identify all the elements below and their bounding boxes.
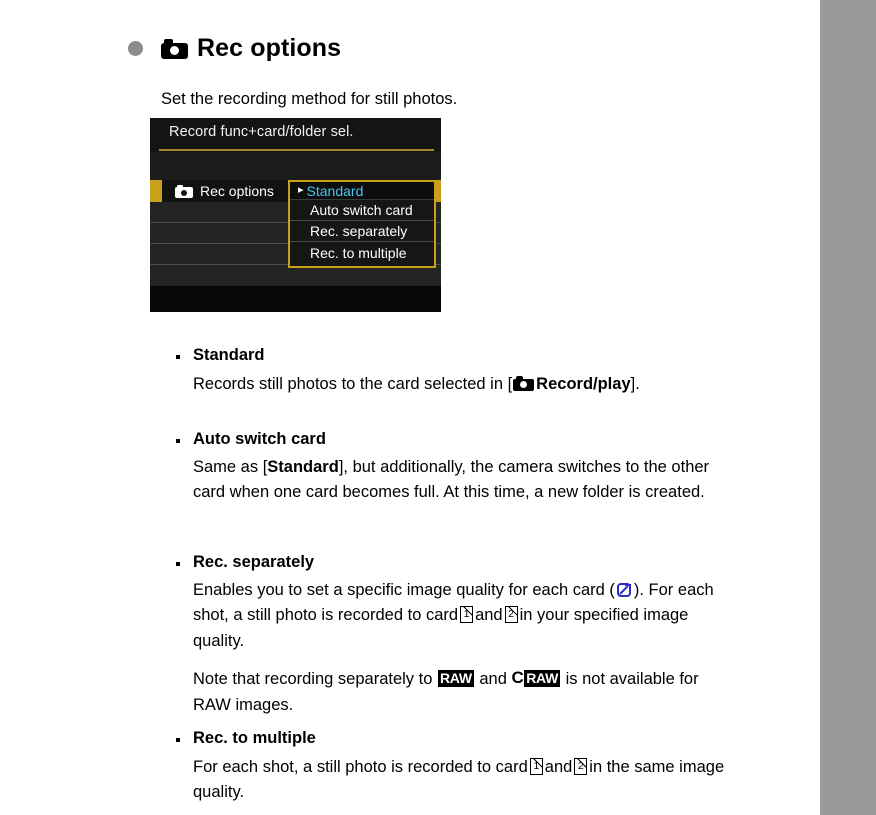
section-body: Enables you to set a specific image qual… [193,578,738,719]
caret-right-icon: ▸ [298,184,304,196]
dropdown-option-standard[interactable]: ▸ Standard [290,182,434,200]
body-text: and [479,670,507,689]
camera-menu-screenshot: Record func+card/folder sel. Rec options… [150,118,441,312]
section-auto-switch-card: Auto switch card Same as [Standard], but… [176,430,738,506]
body-text: Same as [ [193,457,268,476]
menu-item-label: Rec options [200,183,274,199]
craw-badge: RAW [524,670,561,688]
card-slot-label: 1 [463,608,470,621]
section-title: Rec. to multiple [193,729,316,747]
card-slot-1-icon: 1 [529,757,543,775]
body-text: and [544,757,573,776]
camera-icon [161,38,188,59]
raw-badge: RAW [437,670,474,688]
camera-icon [175,184,193,198]
camera-icon [513,375,535,391]
section-title: Rec. separately [193,553,315,571]
intro-text: Set the recording method for still photo… [161,90,458,108]
card-slot-label: 2 [508,608,515,621]
card-slot-label: 1 [533,759,540,772]
card-slot-label: 2 [577,759,584,772]
dropdown-option-label: Rec. to multiple [310,244,407,261]
body-text-bold: Standard [267,457,339,476]
list-bullet [176,562,180,566]
menu-item-rec-options[interactable]: Rec options [162,180,289,202]
section-rec-to-multiple: Rec. to multiple For each shot, a still … [176,729,738,806]
document-page: Rec options Set the recording method for… [0,0,820,815]
dropdown-option-auto-switch-card[interactable]: Auto switch card [290,200,434,221]
body-text: Note that recording separately to [193,670,433,689]
rec-options-dropdown[interactable]: ▸ Standard Auto switch card Rec. separat… [288,180,436,268]
section-title: Standard [193,346,265,364]
right-gray-panel [820,0,876,815]
section-rec-separately: Rec. separately Enables you to set a spe… [176,553,738,719]
section-title: Auto switch card [193,430,326,448]
list-bullet [176,439,180,443]
menu-spacer [150,152,441,180]
section-body: For each shot, a still photo is recorded… [193,755,738,806]
body-text: ]. [630,374,640,393]
body-text: Records still photos to the card selecte… [193,374,513,393]
list-bullet [176,355,180,359]
dropdown-option-rec-separately[interactable]: Rec. separately [290,221,434,242]
card-slot-2-icon: 2 [504,606,518,624]
page-title: Rec options [197,34,342,62]
menu-footer [150,286,441,312]
card-slot-2-icon: 2 [574,757,588,775]
body-text: and [475,606,503,625]
menu-title-row: Record func+card/folder sel. [150,118,441,152]
menu-title-divider [159,149,434,151]
list-bullet [176,738,180,742]
dropdown-option-label: Auto switch card [310,202,413,218]
section-body: Records still photos to the card selecte… [193,372,640,398]
craw-prefix: C [511,668,524,688]
card-slot-1-icon: 1 [460,606,474,624]
body-text: For each shot, a still photo is recorded… [193,757,528,776]
selected-row-highlight-left [150,180,162,202]
menu-title: Record func+card/folder sel. [169,124,354,140]
dropdown-option-label: Rec. separately [310,223,408,239]
dropdown-option-label: Standard [306,182,364,199]
page-heading: Rec options [128,36,341,61]
section-body: Same as [Standard], but additionally, th… [193,455,738,506]
body-text: Enables you to set a specific image qual… [193,580,615,599]
dropdown-option-rec-to-multiple[interactable]: Rec. to multiple [290,242,434,263]
body-text-bold: Record/play [536,374,631,393]
link-reference-icon[interactable] [616,582,633,599]
heading-bullet [128,41,143,56]
menu-row[interactable] [150,265,441,286]
section-standard: Standard Records still photos to the car… [176,346,640,397]
